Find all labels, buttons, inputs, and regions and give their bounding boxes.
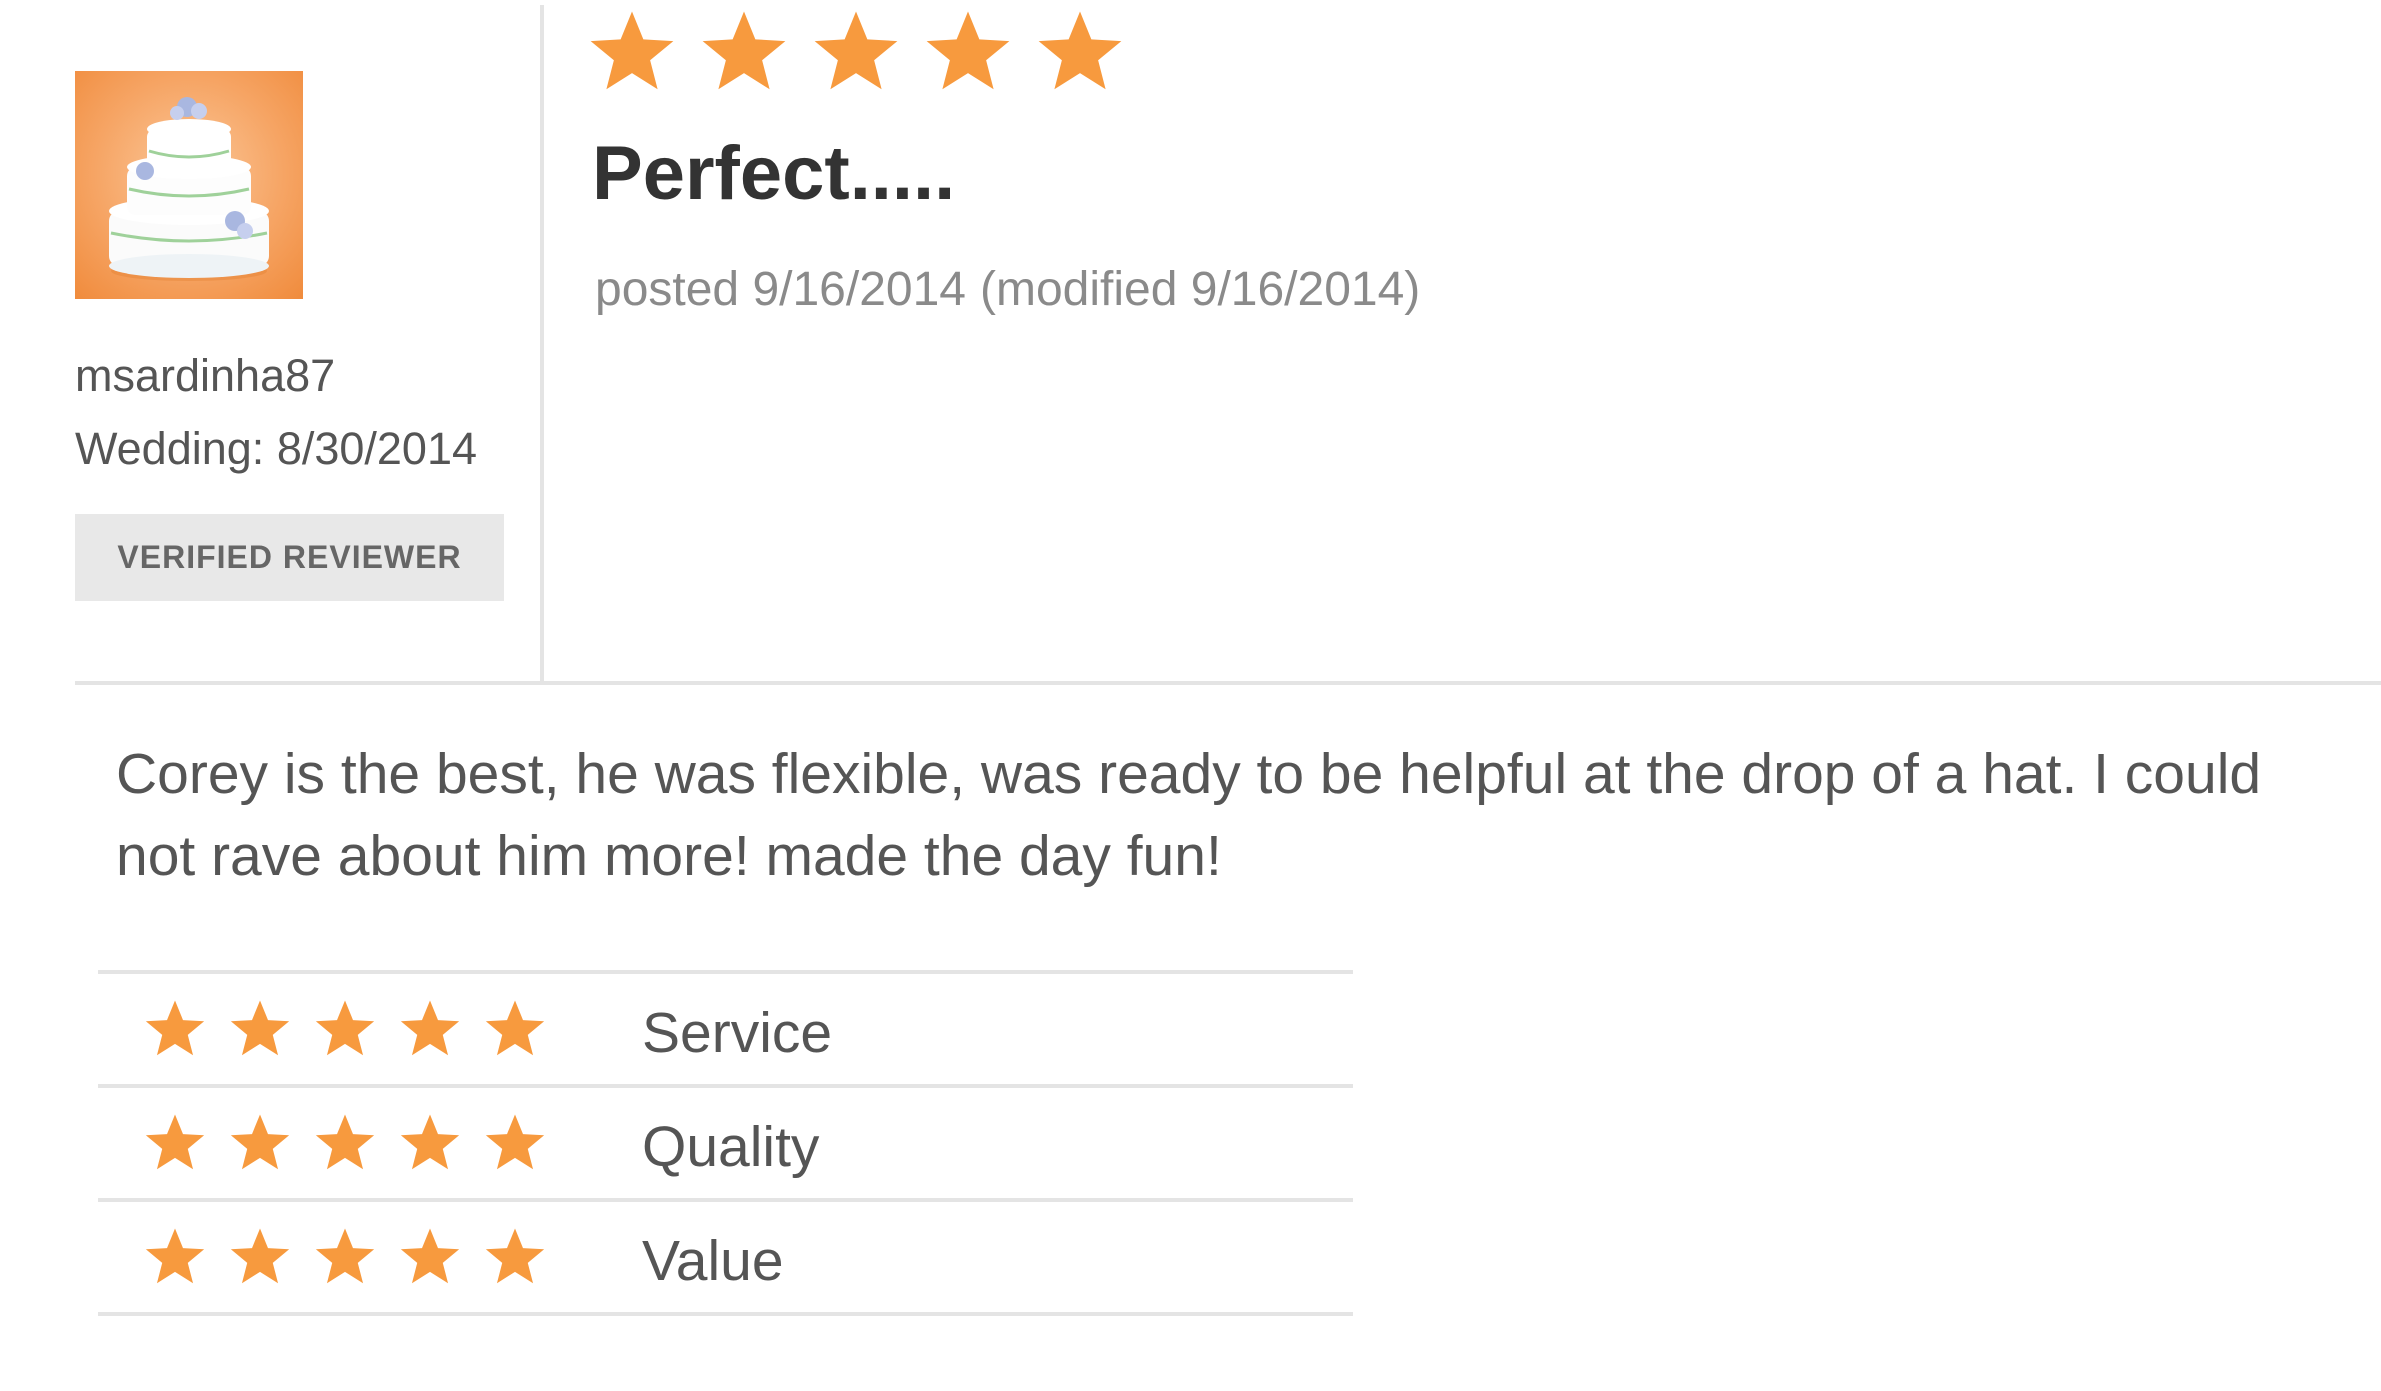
rating-row-quality: Quality bbox=[98, 1088, 1353, 1202]
posted-date: posted 9/16/2014 bbox=[595, 263, 966, 316]
overall-rating-stars bbox=[588, 8, 1124, 96]
star-icon bbox=[229, 998, 291, 1060]
star-icon bbox=[588, 8, 676, 96]
reviewer-avatar[interactable] bbox=[75, 71, 303, 299]
wedding-cake-icon bbox=[109, 97, 269, 281]
star-icon bbox=[144, 1112, 206, 1174]
review-post-date: posted 9/16/2014 (modified 9/16/2014) bbox=[595, 262, 1434, 317]
star-icon bbox=[144, 998, 206, 1060]
star-icon bbox=[314, 1112, 376, 1174]
quality-stars bbox=[144, 1112, 601, 1174]
review-body: Corey is the best, he was flexible, was … bbox=[116, 742, 2262, 888]
service-stars bbox=[144, 998, 601, 1060]
star-icon bbox=[924, 8, 1012, 96]
star-icon bbox=[812, 8, 900, 96]
category-ratings: Service Quality Value bbox=[98, 970, 1353, 1316]
rating-label-value: Value bbox=[642, 1229, 784, 1293]
rating-row-service: Service bbox=[98, 974, 1353, 1088]
wedding-label: Wedding: bbox=[75, 423, 265, 474]
rating-row-value: Value bbox=[98, 1202, 1353, 1316]
star-icon bbox=[314, 1226, 376, 1288]
rating-label-quality: Quality bbox=[642, 1115, 820, 1179]
star-icon bbox=[1036, 8, 1124, 96]
star-icon bbox=[484, 1226, 546, 1288]
star-icon bbox=[484, 1112, 546, 1174]
star-icon bbox=[399, 1112, 461, 1174]
reviewer-username[interactable]: msardinha87 bbox=[75, 350, 335, 402]
verified-reviewer-badge: VERIFIED REVIEWER bbox=[75, 514, 504, 601]
value-stars bbox=[144, 1226, 601, 1288]
star-icon bbox=[484, 998, 546, 1060]
star-icon bbox=[700, 8, 788, 96]
star-icon bbox=[144, 1226, 206, 1288]
column-divider bbox=[540, 5, 544, 685]
modified-date: (modified 9/16/2014) bbox=[980, 263, 1421, 316]
rating-label-service: Service bbox=[642, 1001, 833, 1065]
review-title: Perfect..... bbox=[592, 131, 956, 216]
wedding-date: Wedding: 8/30/2014 bbox=[75, 423, 477, 475]
star-icon bbox=[314, 998, 376, 1060]
star-icon bbox=[229, 1226, 291, 1288]
review-card: msardinha87 Wedding: 8/30/2014 VERIFIED … bbox=[0, 0, 2381, 1391]
wedding-date-value: 8/30/2014 bbox=[276, 423, 478, 474]
star-icon bbox=[399, 998, 461, 1060]
header-divider bbox=[75, 681, 2381, 685]
star-icon bbox=[229, 1112, 291, 1174]
star-icon bbox=[399, 1226, 461, 1288]
